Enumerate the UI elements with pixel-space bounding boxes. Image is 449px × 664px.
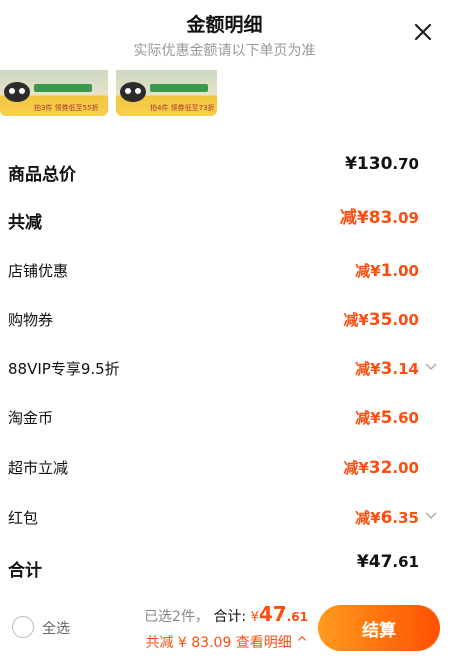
promo-badge (34, 84, 92, 92)
row-shop-discount: 店铺优惠 减¥1.00 (0, 256, 449, 286)
row-label: 88VIP专享9.5折 (8, 360, 120, 378)
view-details-link[interactable]: 共减 ¥ 83.09 查看明细 ^ (145, 632, 308, 652)
row-label: 红包 (8, 509, 39, 527)
row-label: 超市立减 (8, 459, 69, 477)
row-label: 商品总价 (8, 165, 76, 185)
row-grand-total: 合计 ¥47.61 (0, 552, 449, 582)
close-icon[interactable] (411, 20, 435, 44)
select-all-label[interactable]: 全选 (42, 618, 70, 638)
row-value: 减¥1.00 (355, 261, 419, 281)
row-supermarket-discount: 超市立减 减¥32.00 (0, 453, 449, 483)
tmall-cat-icon (120, 82, 146, 102)
tmall-cat-icon (4, 82, 30, 102)
total-label: 合计: (213, 609, 247, 625)
chevron-down-icon[interactable] (425, 512, 437, 520)
checkout-button[interactable]: 结算 (318, 605, 440, 651)
row-value: 减¥32.00 (343, 458, 419, 478)
row-value: 减¥83.09 (339, 208, 419, 228)
order-summary: 已选2件， 合计: ¥47.61 (144, 602, 308, 626)
chevron-down-icon[interactable] (425, 363, 437, 371)
select-all-radio[interactable] (12, 616, 34, 638)
row-shopping-coupon: 购物券 减¥35.00 (0, 305, 449, 335)
product-thumbnail[interactable]: 拍4件 领券低至73折 (116, 70, 217, 116)
promo-text: 拍3件 领券低至55折 (34, 104, 99, 112)
checkout-bar: 全选 已选2件， 合计: ¥47.61 共减 ¥ 83.09 查看明细 ^ 结算 (0, 596, 449, 664)
row-label: 淘金币 (8, 409, 54, 427)
row-goods-total: 商品总价 ¥130.70 (0, 154, 449, 186)
detail-header: 金额明细 实际优惠金额请以下单页为准 (0, 0, 449, 66)
total-amount-dec: .61 (286, 610, 308, 624)
row-taojinbi: 淘金币 减¥5.60 (0, 403, 449, 433)
row-value: ¥47.61 (356, 552, 419, 572)
total-amount-int: 47 (258, 602, 287, 626)
product-thumbnail[interactable]: 拍3件 领券低至55折 (0, 70, 108, 116)
row-label: 购物券 (8, 311, 54, 329)
page-subtitle: 实际优惠金额请以下单页为准 (133, 43, 316, 59)
row-value: 减¥5.60 (355, 408, 419, 428)
row-88vip[interactable]: 88VIP专享9.5折 减¥3.14 (0, 354, 449, 384)
promo-badge (150, 84, 208, 92)
row-red-packet[interactable]: 红包 减¥6.35 (0, 503, 449, 533)
row-value: ¥130.70 (345, 154, 419, 174)
product-thumbnails: 拍3件 领券低至55折 拍4件 领券低至73折 (0, 70, 449, 116)
row-value: 减¥3.14 (355, 359, 419, 379)
row-label: 店铺优惠 (8, 262, 69, 280)
promo-text: 拍4件 领券低至73折 (150, 104, 215, 112)
row-label: 合计 (8, 561, 42, 581)
row-total-discount: 共减 减¥83.09 (0, 204, 449, 234)
total-currency: ¥ (250, 610, 259, 625)
selected-count: 已选2件， (144, 609, 209, 625)
row-value: 减¥35.00 (343, 310, 419, 330)
row-value: 减¥6.35 (355, 508, 419, 528)
page-title: 金额明细 (186, 14, 263, 36)
row-label: 共减 (8, 213, 42, 233)
